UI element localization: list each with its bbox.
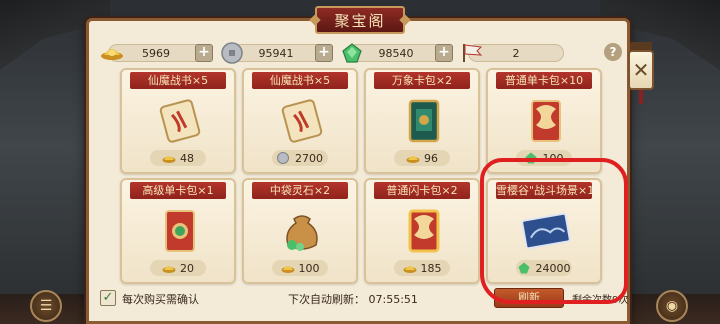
card-pack-icon: [518, 94, 574, 148]
gold-ingot-icon: [281, 262, 295, 274]
price-tag: 100: [516, 150, 572, 166]
shop-item-card[interactable]: 普通单卡包×10 100: [486, 68, 602, 174]
card-pack-gem-icon: [152, 204, 208, 258]
shop-item-card[interactable]: 普通闪卡包×2 185: [364, 178, 480, 284]
close-icon: ✕: [628, 50, 654, 90]
jade-icon: [525, 152, 539, 164]
price-tag: 48: [150, 150, 206, 166]
confirm-label: 每次购买需确认: [122, 293, 199, 306]
shop-item-card[interactable]: 高级单卡包×1 20: [120, 178, 236, 284]
confirm-checkbox[interactable]: ✓: [100, 290, 116, 306]
price-tag: 100: [272, 260, 328, 276]
currency-gold: 5969 +: [101, 44, 213, 62]
currency-silver: 95941 +: [221, 42, 333, 64]
price-tag: 24000: [516, 260, 572, 276]
card-pack-icon: [396, 94, 452, 148]
banner-token-icon: [459, 41, 485, 65]
silver-coin-icon: [277, 152, 291, 164]
price-tag: 2700: [272, 150, 328, 166]
shop-item-card[interactable]: 中袋灵石×2 100: [242, 178, 358, 284]
item-name: 普通单卡包×10: [496, 72, 592, 89]
money-pouch-icon: [274, 204, 330, 258]
price-tag: 20: [150, 260, 206, 276]
refresh-countdown: 下次自动刷新： 07:55:51: [288, 291, 418, 307]
battle-scene-card-icon: [518, 204, 574, 258]
currency-jade: 98540 +: [342, 43, 453, 63]
gold-ingot-icon: [162, 262, 176, 274]
scroll-icon: [274, 94, 330, 148]
shop-item-card[interactable]: 仙魔战书×5 2700: [242, 68, 358, 174]
item-name: 中袋灵石×2: [252, 182, 348, 199]
gold-ingot-icon: [406, 152, 420, 164]
refresh-time: 07:55:51: [368, 293, 418, 306]
scroll-icon: [152, 94, 208, 148]
shop-title: 聚宝阁: [315, 6, 405, 34]
price-tag: 185: [394, 260, 450, 276]
item-name: 仙魔战书×5: [252, 72, 348, 89]
gold-ingot-icon: [162, 152, 176, 164]
help-button[interactable]: ?: [604, 43, 622, 61]
jade-icon: [518, 262, 532, 274]
shop-item-card[interactable]: 雪樱谷"战斗场景×1 24000: [486, 178, 602, 284]
item-name: 高级单卡包×1: [130, 182, 226, 199]
add-jade-button[interactable]: +: [435, 44, 453, 62]
add-silver-button[interactable]: +: [315, 44, 333, 62]
chat-icon: ☰: [39, 298, 53, 314]
item-name: 仙魔战书×5: [130, 72, 226, 89]
silver-coin-icon: [219, 41, 245, 65]
shop-footer: ✓ 每次购买需确认 下次自动刷新： 07:55:51 刷新 剩余次数9次: [96, 288, 628, 310]
chat-button[interactable]: ☰: [30, 290, 62, 322]
add-gold-button[interactable]: +: [195, 44, 213, 62]
gold-ingot-icon: [403, 262, 417, 274]
item-name: 万象卡包×2: [374, 72, 470, 89]
lantern-tassel: [639, 90, 643, 104]
item-name: 雪樱谷"战斗场景×1: [496, 182, 592, 199]
currency-banner: 2: [463, 44, 564, 62]
price-tag: 96: [394, 150, 450, 166]
item-name: 普通闪卡包×2: [374, 182, 470, 199]
close-lantern-button[interactable]: ✕: [626, 42, 656, 104]
refresh-label: 下次自动刷新：: [288, 293, 365, 306]
currency-bar: 5969 + 95941 + 98540 + 2: [96, 40, 620, 66]
refresh-button[interactable]: 刷新: [494, 288, 564, 308]
remaining-refreshes: 剩余次数9次: [572, 295, 629, 306]
lantern-cap: [630, 42, 652, 50]
menu-icon: ◉: [665, 298, 679, 314]
flash-card-pack-icon: [396, 204, 452, 258]
menu-button[interactable]: ◉: [656, 290, 688, 322]
gold-ingot-icon: [99, 41, 125, 65]
jade-icon: [339, 41, 365, 65]
shop-item-card[interactable]: 仙魔战书×5 48: [120, 68, 236, 174]
shop-item-card[interactable]: 万象卡包×2 96: [364, 68, 480, 174]
